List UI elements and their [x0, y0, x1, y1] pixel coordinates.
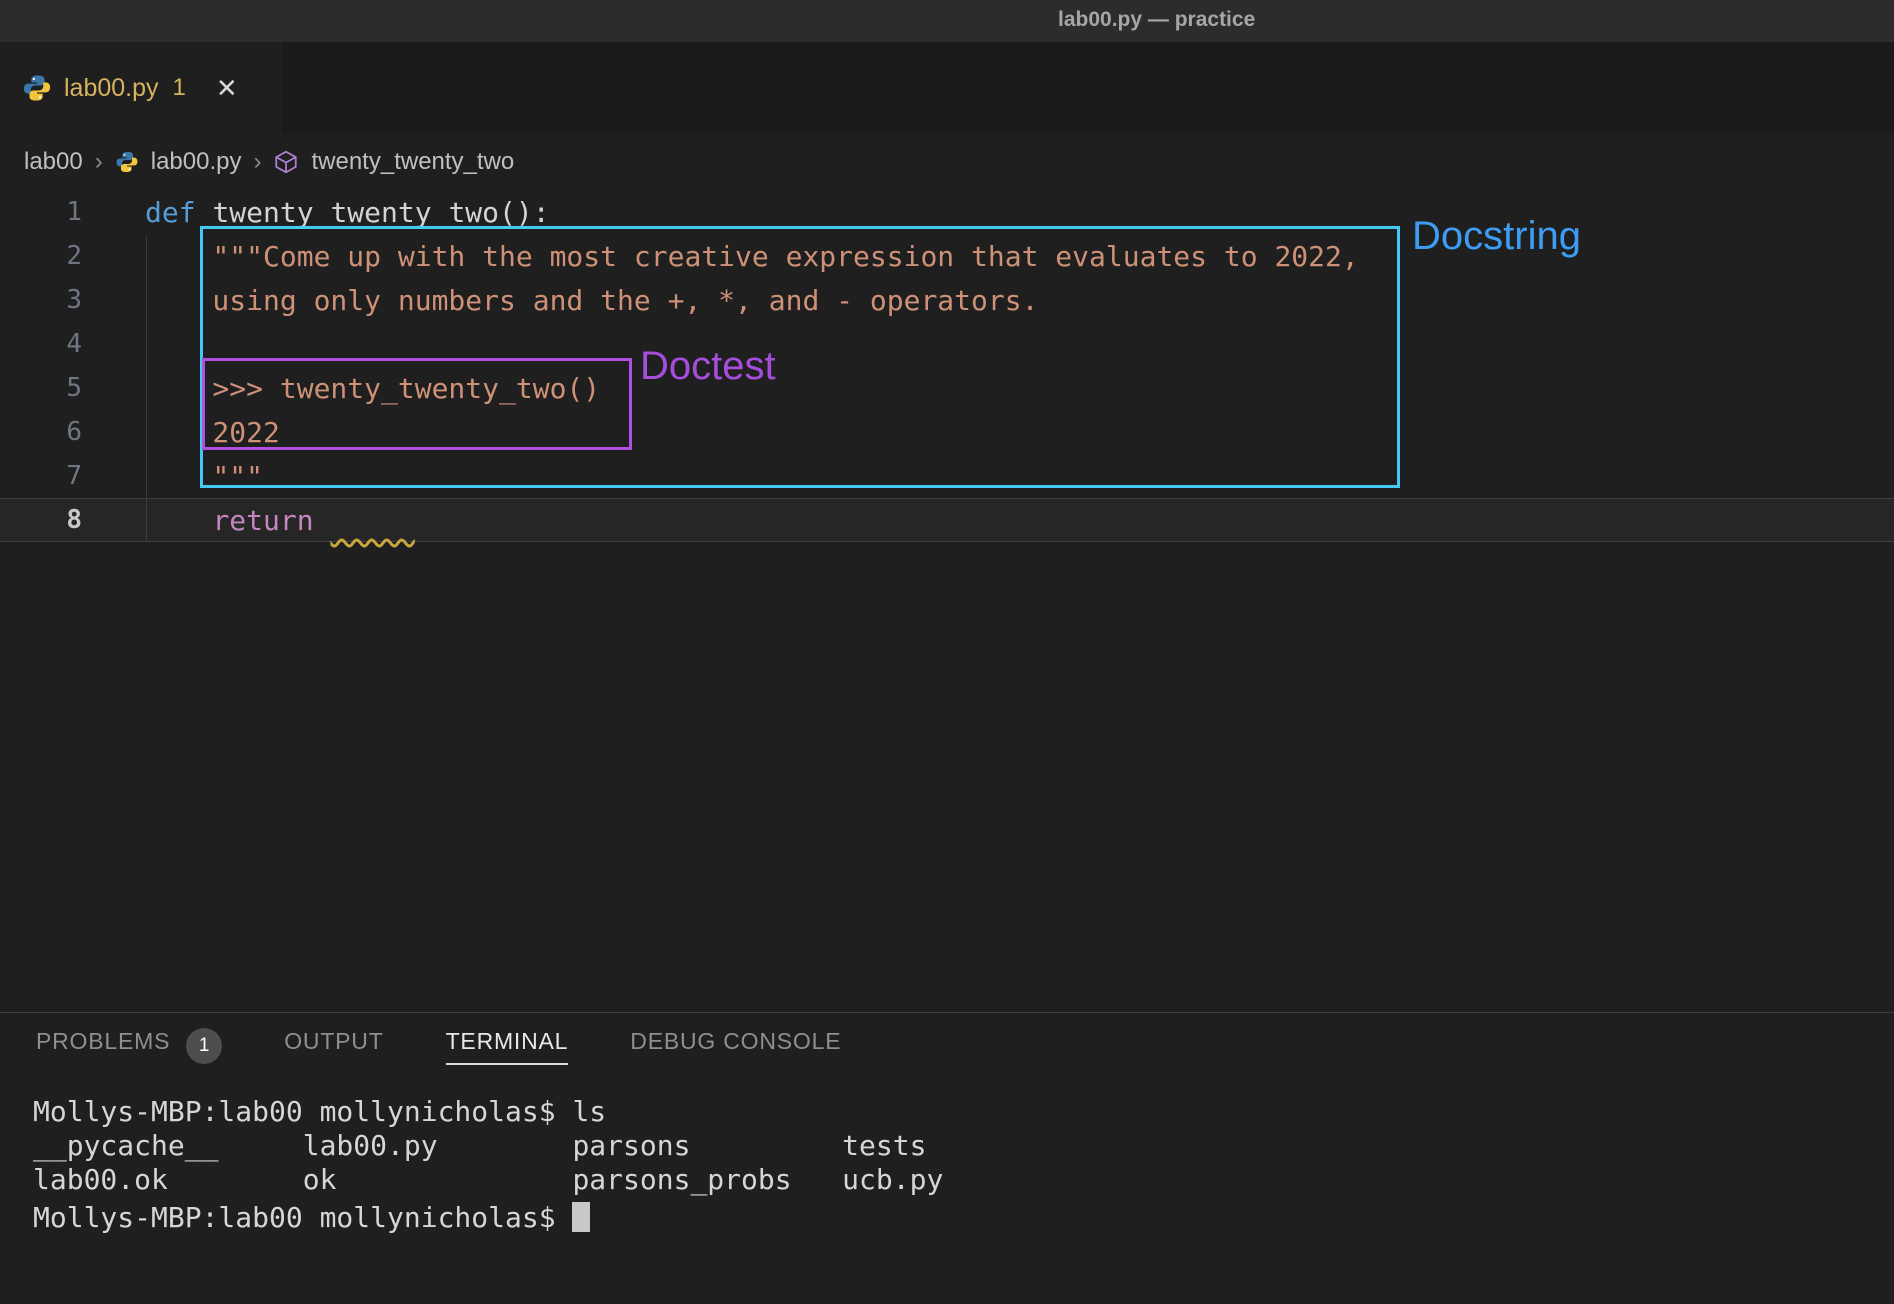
breadcrumb-file[interactable]: lab00.py — [151, 148, 242, 176]
code-line: 7 """ — [0, 454, 1894, 498]
panel-tab-label: TERMINAL — [446, 1028, 569, 1065]
indent-guide — [146, 236, 147, 542]
terminal-line: Mollys-MBP:lab00 mollynicholas$ ls — [33, 1095, 1894, 1129]
panel-tab-label: OUTPUT — [284, 1028, 383, 1065]
line-number: 2 — [0, 241, 100, 271]
breadcrumb: lab00 › lab00.py › twenty_twenty_two — [0, 134, 1894, 190]
code-line-current: 8 return — [0, 498, 1894, 542]
code-line: 6 2022 — [0, 410, 1894, 454]
tab-lab00[interactable]: lab00.py 1 ✕ — [0, 42, 282, 134]
line-number: 8 — [0, 505, 100, 535]
terminal-line: lab00.ok ok parsons_probs ucb.py — [33, 1163, 1894, 1197]
code-text — [314, 504, 331, 537]
line-number: 5 — [0, 373, 100, 403]
python-icon — [115, 150, 139, 174]
panel-tab-bar: PROBLEMS 1 OUTPUT TERMINAL DEBUG CONSOLE — [0, 1013, 1894, 1079]
tab-output[interactable]: OUTPUT — [284, 1028, 383, 1065]
line-number: 6 — [0, 417, 100, 447]
doctest-annotation-label: Doctest — [640, 344, 776, 389]
code-indent — [145, 504, 212, 537]
panel-tab-label: DEBUG CONSOLE — [630, 1028, 841, 1065]
tab-problem-badge: 1 — [173, 74, 186, 102]
code-editor[interactable]: 1 def twenty_twenty_two(): 2 """Come up … — [0, 190, 1894, 1012]
symbol-cube-icon — [273, 149, 299, 175]
code-line: 3 using only numbers and the +, *, and -… — [0, 278, 1894, 322]
doctest-text: >>> twenty_twenty_two() — [145, 372, 600, 405]
chevron-right-icon: › — [253, 148, 261, 176]
terminal-cursor — [572, 1202, 590, 1232]
code-line: 4 — [0, 322, 1894, 366]
warning-squiggle — [330, 504, 414, 537]
tab-terminal[interactable]: TERMINAL — [446, 1028, 569, 1065]
breadcrumb-folder[interactable]: lab00 — [24, 148, 83, 176]
python-icon — [22, 73, 52, 103]
terminal-prompt-line: Mollys-MBP:lab00 mollynicholas$ — [33, 1197, 1894, 1231]
code-text: twenty_twenty_two(): — [212, 196, 549, 229]
code-line: 5 >>> twenty_twenty_two() — [0, 366, 1894, 410]
tab-debug-console[interactable]: DEBUG CONSOLE — [630, 1028, 841, 1065]
panel-tab-label: PROBLEMS — [36, 1028, 170, 1065]
editor-tab-strip: lab00.py 1 ✕ — [0, 42, 1894, 134]
tab-label: lab00.py — [64, 74, 159, 103]
terminal-line: __pycache__ lab00.py parsons tests — [33, 1129, 1894, 1163]
terminal[interactable]: Mollys-MBP:lab00 mollynicholas$ ls __pyc… — [0, 1079, 1894, 1231]
code-line: 2 """Come up with the most creative expr… — [0, 234, 1894, 278]
line-number: 3 — [0, 285, 100, 315]
docstring-text: using only numbers and the +, *, and - o… — [145, 284, 1038, 317]
breadcrumb-symbol[interactable]: twenty_twenty_two — [311, 148, 514, 176]
doctest-text: 2022 — [145, 416, 280, 449]
code-keyword: def — [145, 196, 212, 229]
close-icon[interactable]: ✕ — [216, 73, 238, 104]
chevron-right-icon: › — [95, 148, 103, 176]
return-keyword: return — [212, 504, 313, 537]
code-line: 1 def twenty_twenty_two(): — [0, 190, 1894, 234]
docstring-text: """Come up with the most creative expres… — [145, 240, 1359, 273]
tab-problems[interactable]: PROBLEMS 1 — [36, 1028, 222, 1065]
docstring-text: """ — [145, 460, 263, 493]
window-title: lab00.py — practice — [1058, 8, 1255, 32]
bottom-panel: PROBLEMS 1 OUTPUT TERMINAL DEBUG CONSOLE… — [0, 1012, 1894, 1304]
docstring-annotation-label: Docstring — [1412, 214, 1581, 259]
line-number: 4 — [0, 329, 100, 359]
line-number: 1 — [0, 197, 100, 227]
problems-count-badge: 1 — [186, 1028, 222, 1064]
window-titlebar: lab00.py — practice — [0, 0, 1894, 42]
terminal-prompt: Mollys-MBP:lab00 mollynicholas$ — [33, 1201, 572, 1234]
line-number: 7 — [0, 461, 100, 491]
